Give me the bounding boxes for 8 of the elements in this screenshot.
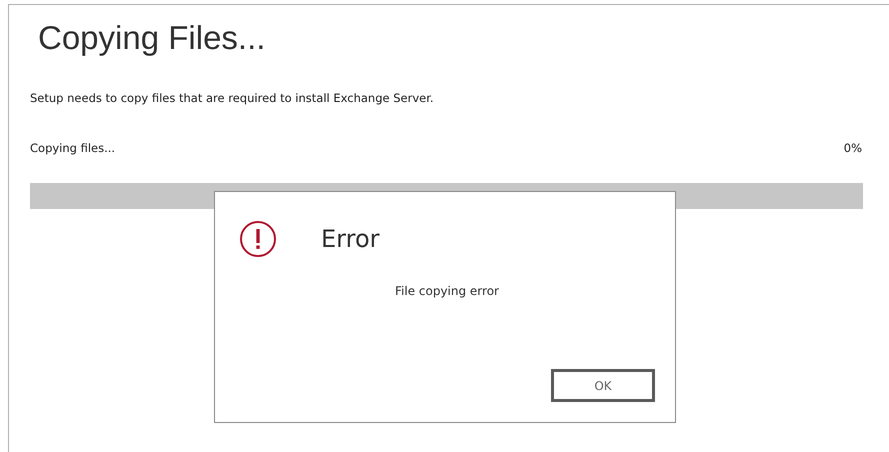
error-message: File copying error [395,284,499,298]
description-text: Setup needs to copy files that are required to install Exchange Server. [30,91,434,105]
dialog-title: Error [321,225,380,253]
error-icon [239,220,277,258]
progress-percent: 0% [844,141,862,155]
progress-label: Copying files... [30,141,116,155]
page-title: Copying Files... [38,19,266,57]
ok-button[interactable]: OK [551,369,655,402]
